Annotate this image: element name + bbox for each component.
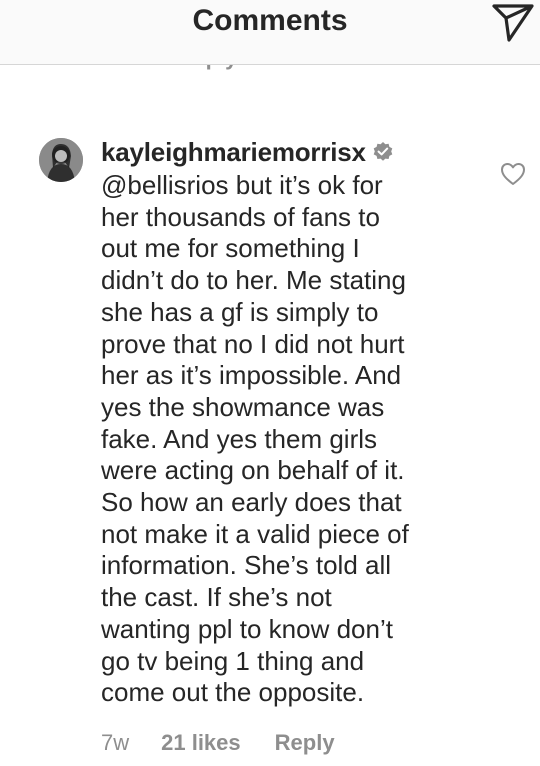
likes-count-link[interactable]: 21 likes <box>161 728 241 758</box>
comment-body: kayleighmariemorrisx @bellisrios but it’… <box>101 136 481 709</box>
avatar[interactable] <box>39 138 83 182</box>
comments-screen: Comments 7w Reply kayleighmariemorrisx <box>0 0 540 766</box>
username-row: kayleighmariemorrisx <box>101 136 481 168</box>
send-icon[interactable] <box>490 2 536 44</box>
heart-icon[interactable] <box>500 161 526 187</box>
page-title: Comments <box>192 4 348 37</box>
comment-meta-row: 7w 21 likes Reply <box>101 728 335 758</box>
comment-text: @bellisrios but it’s ok for her thousand… <box>101 170 409 708</box>
comment-time: 7w <box>101 730 130 755</box>
header-bar: Comments <box>0 0 540 65</box>
reply-button[interactable]: Reply <box>275 728 335 758</box>
username-link[interactable]: kayleighmariemorrisx <box>101 136 366 168</box>
verified-badge-icon <box>373 142 393 161</box>
